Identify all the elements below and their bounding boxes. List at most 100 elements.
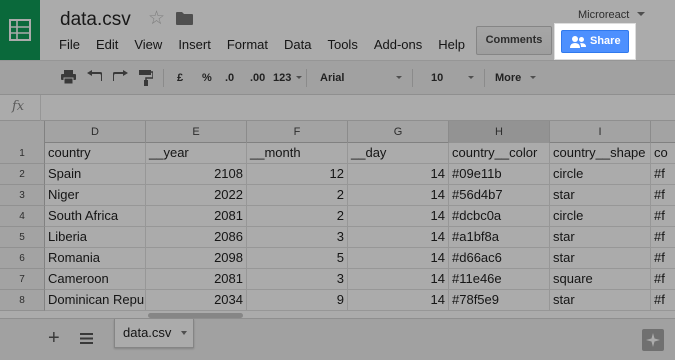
column-header-d[interactable]: D <box>45 121 146 143</box>
cell-f4[interactable]: 2 <box>247 206 348 227</box>
cell-d7[interactable]: Cameroon <box>45 269 146 290</box>
cell-e8[interactable]: 2034 <box>146 290 247 311</box>
cell-h5[interactable]: #a1bf8a <box>449 227 550 248</box>
cell-h2[interactable]: #09e11b <box>449 164 550 185</box>
more-button[interactable]: More <box>495 61 521 95</box>
cell-j6[interactable]: #f <box>651 248 675 269</box>
cell-f2[interactable]: 12 <box>247 164 348 185</box>
row-header[interactable]: 2 <box>0 164 45 185</box>
column-header-e[interactable]: E <box>146 121 247 143</box>
cell-j4[interactable]: #f <box>651 206 675 227</box>
menu-insert[interactable]: Insert <box>170 36 219 54</box>
cell-h3[interactable]: #56d4b7 <box>449 185 550 206</box>
sheet-list-icon[interactable] <box>80 333 93 344</box>
cell-j1[interactable]: co <box>651 143 675 164</box>
cell-j7[interactable]: #f <box>651 269 675 290</box>
cell-g8[interactable]: 14 <box>348 290 449 311</box>
cell-i7[interactable]: square <box>550 269 651 290</box>
document-title[interactable]: data.csv <box>60 9 131 31</box>
row-header[interactable]: 6 <box>0 248 45 269</box>
cell-i2[interactable]: circle <box>550 164 651 185</box>
decrease-decimal-button[interactable]: .0 <box>225 61 234 95</box>
menu-tools[interactable]: Tools <box>319 36 365 54</box>
explore-button[interactable] <box>642 329 664 351</box>
cell-e1[interactable]: __year <box>146 143 247 164</box>
cell-d2[interactable]: Spain <box>45 164 146 185</box>
cell-g1[interactable]: __day <box>348 143 449 164</box>
more-formats-button[interactable]: 123 <box>273 61 291 95</box>
folder-icon[interactable] <box>176 12 193 25</box>
cell-f3[interactable]: 2 <box>247 185 348 206</box>
cell-j3[interactable]: #f <box>651 185 675 206</box>
cell-i1[interactable]: country__shape <box>550 143 651 164</box>
column-header-f[interactable]: F <box>247 121 348 143</box>
cell-d5[interactable]: Liberia <box>45 227 146 248</box>
menu-format[interactable]: Format <box>219 36 276 54</box>
row-header[interactable]: 7 <box>0 269 45 290</box>
cell-i6[interactable]: star <box>550 248 651 269</box>
cell-f1[interactable]: __month <box>247 143 348 164</box>
paint-format-icon[interactable] <box>139 70 153 86</box>
cell-d1[interactable]: country <box>45 143 146 164</box>
column-header-j[interactable] <box>651 121 675 143</box>
cell-e5[interactable]: 2086 <box>146 227 247 248</box>
menu-view[interactable]: View <box>126 36 170 54</box>
add-sheet-button[interactable]: + <box>48 327 60 349</box>
cell-g6[interactable]: 14 <box>348 248 449 269</box>
menu-addons[interactable]: Add-ons <box>366 36 430 54</box>
currency-format-button[interactable]: £ <box>177 61 183 95</box>
row-header[interactable]: 3 <box>0 185 45 206</box>
sheet-tab-caret-icon[interactable] <box>181 331 187 335</box>
cell-h8[interactable]: #78f5e9 <box>449 290 550 311</box>
cell-h6[interactable]: #d66ac6 <box>449 248 550 269</box>
font-size-select[interactable]: 10 <box>431 61 443 95</box>
cell-g4[interactable]: 14 <box>348 206 449 227</box>
undo-icon[interactable] <box>87 70 102 82</box>
percent-format-button[interactable]: % <box>202 61 212 95</box>
star-icon[interactable]: ☆ <box>148 8 165 30</box>
row-header[interactable]: 5 <box>0 227 45 248</box>
row-header[interactable]: 1 <box>0 143 45 164</box>
cell-j5[interactable]: #f <box>651 227 675 248</box>
font-family-caret-icon[interactable] <box>396 76 402 79</box>
cell-j8[interactable]: #f <box>651 290 675 311</box>
select-all-corner[interactable] <box>0 121 45 143</box>
cell-h1[interactable]: country__color <box>449 143 550 164</box>
cell-i4[interactable]: circle <box>550 206 651 227</box>
cell-d3[interactable]: Niger <box>45 185 146 206</box>
account-name[interactable]: Microreact <box>578 9 629 21</box>
more-formats-caret-icon[interactable] <box>296 76 302 79</box>
cell-e3[interactable]: 2022 <box>146 185 247 206</box>
cell-d6[interactable]: Romania <box>45 248 146 269</box>
cell-e6[interactable]: 2098 <box>146 248 247 269</box>
cell-d4[interactable]: South Africa <box>45 206 146 227</box>
increase-decimal-button[interactable]: .00 <box>250 61 265 95</box>
sheets-logo[interactable] <box>0 0 40 60</box>
cell-e2[interactable]: 2108 <box>146 164 247 185</box>
cell-i5[interactable]: star <box>550 227 651 248</box>
cell-i8[interactable]: star <box>550 290 651 311</box>
print-icon[interactable] <box>61 70 76 84</box>
font-size-caret-icon[interactable] <box>468 76 474 79</box>
row-header[interactable]: 8 <box>0 290 45 311</box>
cell-j2[interactable]: #f <box>651 164 675 185</box>
cell-f6[interactable]: 5 <box>247 248 348 269</box>
cell-g2[interactable]: 14 <box>348 164 449 185</box>
cell-g7[interactable]: 14 <box>348 269 449 290</box>
cell-g3[interactable]: 14 <box>348 185 449 206</box>
cell-f8[interactable]: 9 <box>247 290 348 311</box>
cell-g5[interactable]: 14 <box>348 227 449 248</box>
cell-e4[interactable]: 2081 <box>146 206 247 227</box>
menu-edit[interactable]: Edit <box>88 36 126 54</box>
menu-data[interactable]: Data <box>276 36 319 54</box>
cell-e7[interactable]: 2081 <box>146 269 247 290</box>
comments-button[interactable]: Comments <box>476 26 552 55</box>
share-button[interactable]: Share <box>561 30 629 53</box>
spreadsheet-grid[interactable]: D E F G H I 1 country __year __month __day co… <box>0 121 675 317</box>
redo-icon[interactable] <box>113 70 128 82</box>
cell-f7[interactable]: 3 <box>247 269 348 290</box>
cell-h7[interactable]: #11e46e <box>449 269 550 290</box>
column-header-h[interactable]: H <box>449 121 550 143</box>
column-header-i[interactable]: I <box>550 121 651 143</box>
font-family-select[interactable]: Arial <box>320 61 344 95</box>
